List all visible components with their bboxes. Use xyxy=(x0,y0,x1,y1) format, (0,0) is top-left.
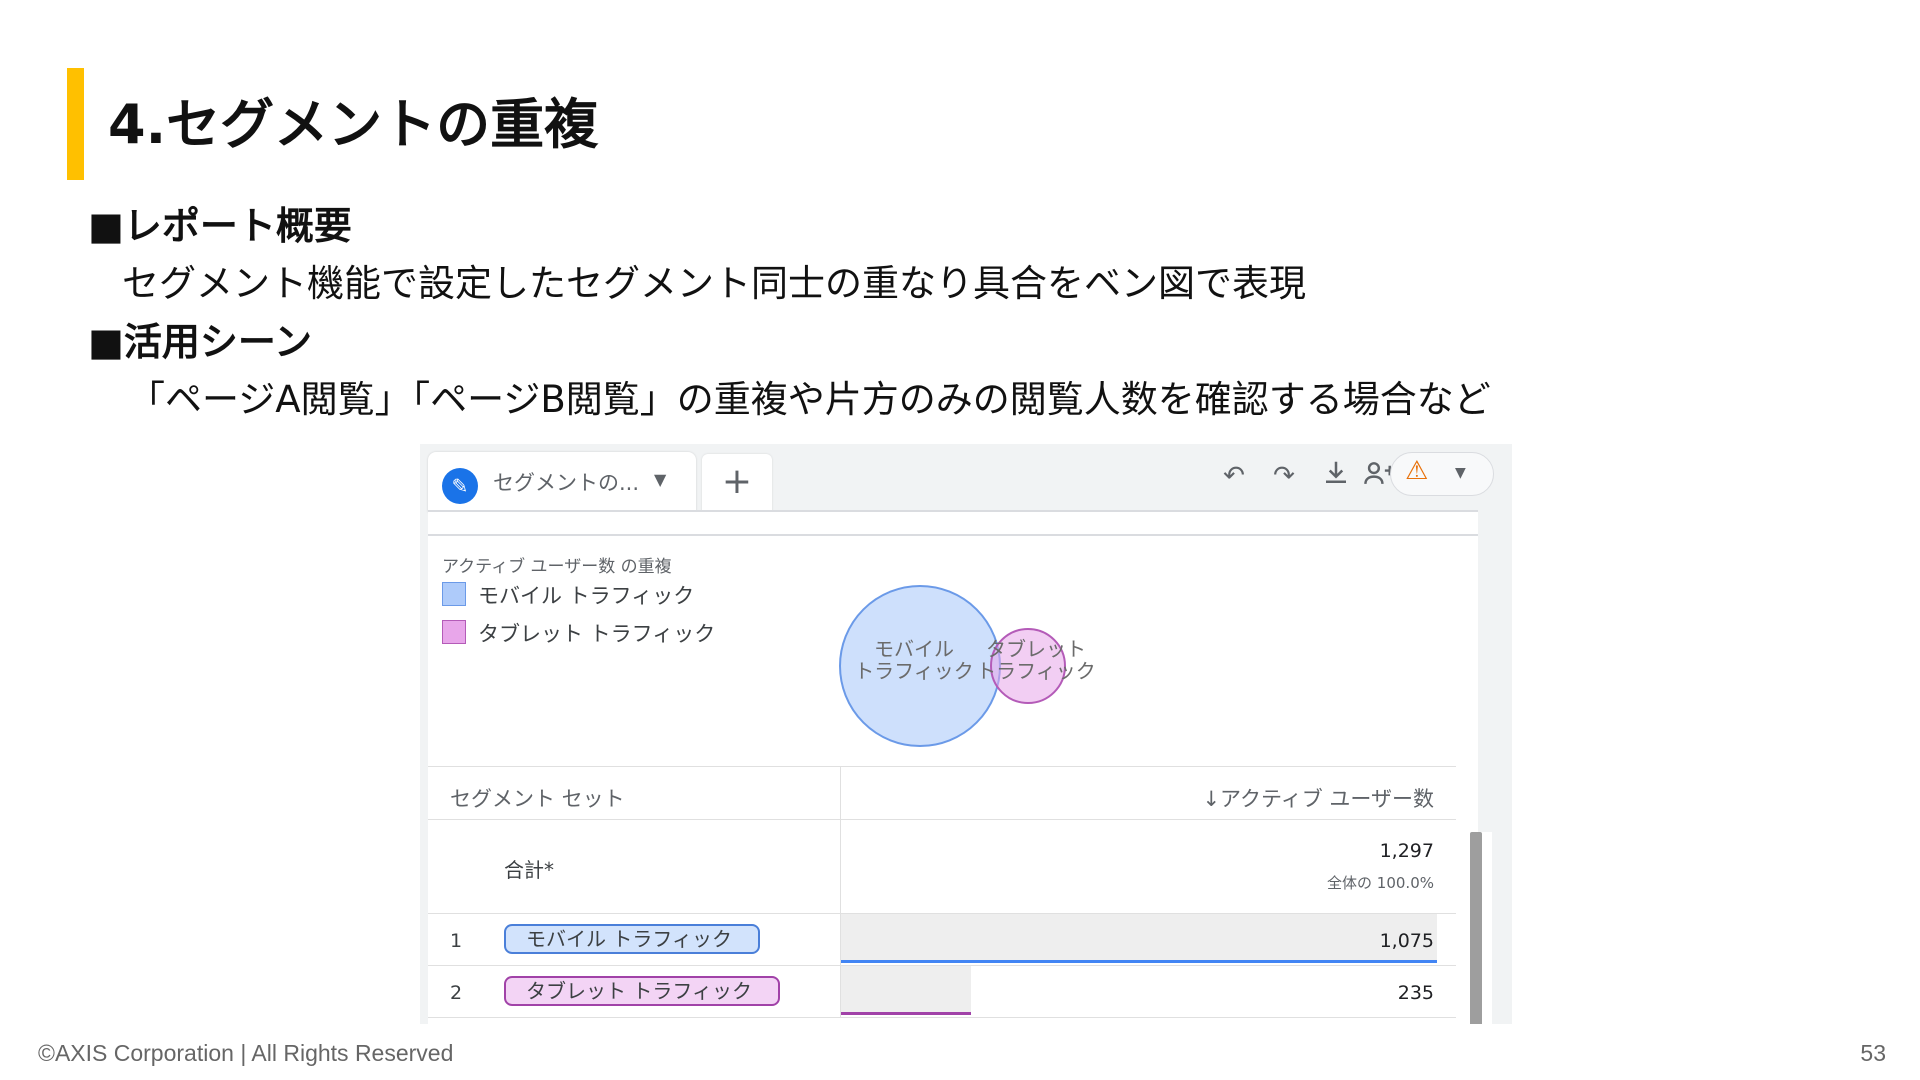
venn-label-tablet-1: タブレット xyxy=(986,637,1086,661)
row-number: 2 xyxy=(450,982,463,1004)
segment-chip-mobile[interactable]: モバイル トラフィック xyxy=(504,924,760,954)
slide-title: 4.セグメントの重複 xyxy=(108,93,599,156)
use-case-text: 「ページA閲覧」「ページB閲覧」の重複や片方のみの閲覧人数を確認する場合など xyxy=(128,378,1491,421)
venn-label-mobile-1: モバイル xyxy=(874,637,954,661)
alert-menu-button[interactable]: ⚠ ▼ xyxy=(1390,452,1494,496)
value-bar-bg xyxy=(841,966,971,1014)
report-screenshot: ✎ セグメントの... ▼ + ↶ ↷ ⚠ ▼ アクティブ ユーザー数 の重複 … xyxy=(420,444,1512,1024)
table-row[interactable]: 1 モバイル トラフィック 1,075 xyxy=(428,914,1456,966)
redo-icon[interactable]: ↷ xyxy=(1266,458,1302,494)
download-icon[interactable] xyxy=(1318,458,1354,494)
venn-label-tablet-2: トラフィック xyxy=(976,659,1096,683)
table-row-total: 合計* 1,297 全体の 100.0% xyxy=(428,820,1456,914)
tab-label: セグメントの... xyxy=(493,471,640,495)
column-header-segment-set[interactable]: セグメント セット xyxy=(428,766,840,820)
report-overview-heading: ■レポート概要 xyxy=(88,204,352,248)
add-tab-button[interactable]: + xyxy=(702,454,772,512)
report-overview-text: セグメント機能で設定したセグメント同士の重なり具合をベン図で表現 xyxy=(122,262,1306,305)
row-value: 235 xyxy=(1397,982,1434,1004)
report-card: アクティブ ユーザー数 の重複 モバイル トラフィック タブレット トラフィック… xyxy=(428,510,1492,1024)
value-cell: 235 xyxy=(840,966,1456,1017)
chevron-down-icon: ▼ xyxy=(1455,465,1466,481)
total-percentage: 全体の 100.0% xyxy=(1327,874,1434,892)
tab-segment-overlap[interactable]: ✎ セグメントの... ▼ xyxy=(428,452,696,512)
row-value: 1,075 xyxy=(1379,930,1434,952)
value-cell: 1,075 xyxy=(840,914,1456,965)
use-case-heading: ■活用シーン xyxy=(88,320,313,364)
venn-diagram: モバイル トラフィック タブレット トラフィック xyxy=(839,585,1096,747)
total-value-cell: 1,297 全体の 100.0% xyxy=(840,820,1456,913)
pencil-icon[interactable]: ✎ xyxy=(442,468,478,504)
total-value: 1,297 xyxy=(1379,840,1434,862)
value-bar-line xyxy=(841,1012,971,1015)
value-bar-bg xyxy=(841,914,1437,962)
page-number: 53 xyxy=(1860,1040,1886,1066)
venn-label-mobile-2: トラフィック xyxy=(854,659,974,683)
row-number: 1 xyxy=(450,930,463,952)
warning-icon: ⚠ xyxy=(1405,456,1429,486)
table-row[interactable]: 2 タブレット トラフィック 235 xyxy=(428,966,1456,1018)
report-toolbar: ✎ セグメントの... ▼ + ↶ ↷ ⚠ ▼ xyxy=(420,444,1512,512)
title-accent-bar xyxy=(67,68,84,180)
scrollbar-thumb[interactable] xyxy=(1470,832,1482,1024)
chevron-down-icon[interactable]: ▼ xyxy=(654,470,666,489)
column-header-label: セグメント セット xyxy=(450,787,625,811)
column-header-active-users[interactable]: ↓アクティブ ユーザー数 xyxy=(840,766,1456,820)
copyright: ©AXIS Corporation | All Rights Reserved xyxy=(38,1040,454,1066)
total-label: 合計* xyxy=(504,858,554,882)
undo-icon[interactable]: ↶ xyxy=(1216,458,1252,494)
segment-chip-tablet[interactable]: タブレット トラフィック xyxy=(504,976,780,1006)
value-bar-line xyxy=(841,960,1437,963)
column-header-label: ↓アクティブ ユーザー数 xyxy=(1202,787,1434,811)
